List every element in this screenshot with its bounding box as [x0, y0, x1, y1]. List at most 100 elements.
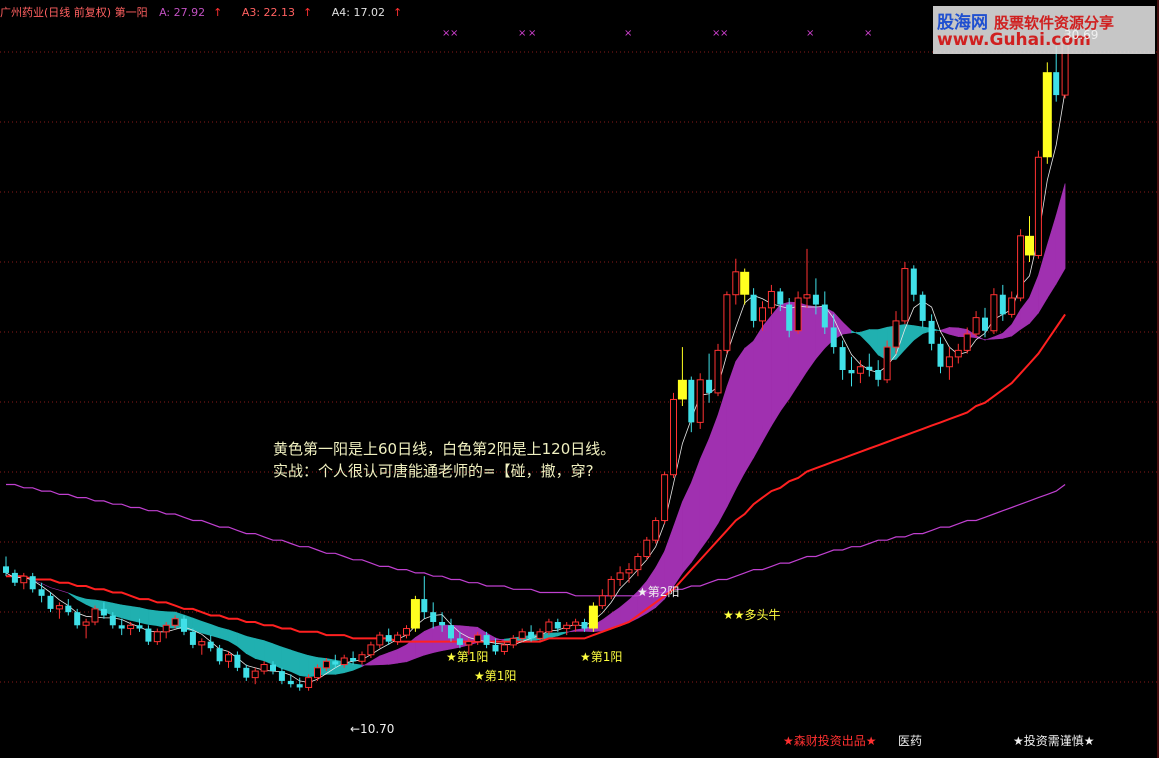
candle-body-down [109, 615, 116, 626]
candle-body-down [181, 618, 187, 632]
candle-body-down [100, 608, 107, 616]
candle-body-down [910, 268, 917, 295]
candle-body-down [287, 680, 294, 685]
candle-body-down [189, 631, 196, 645]
candle-body-up [465, 641, 473, 646]
indicator-a3-value: A3: 22.13 [241, 6, 296, 19]
candle-body-up [251, 670, 259, 679]
ma-ribbon-segment [771, 303, 781, 427]
candle-body-up [945, 356, 953, 368]
candle-body-up [759, 307, 766, 322]
candle-body-up [1008, 297, 1016, 315]
candle-body-up [661, 474, 669, 522]
candle-body-up [652, 520, 660, 541]
candle-body-down [234, 654, 241, 668]
candle-body-down [207, 641, 214, 649]
strategy-annotation: 黄色第一阳是上60日线，白色第2阳是上120日线。 实战：个人很认可唐能通老师的… [273, 438, 615, 482]
candle-body-up [403, 628, 410, 636]
candle-body-down [581, 622, 588, 629]
indicator-a4-value: A4: 17.02 [331, 6, 385, 19]
candle-body-down [47, 595, 54, 609]
first-yang-label: ★第1阳 [580, 650, 623, 664]
candle-body-up [723, 294, 731, 351]
candle-body-down [830, 327, 837, 348]
candle-body-up [714, 349, 722, 394]
bull-label: ★★多头牛 [723, 608, 781, 622]
candle-body-down [216, 648, 223, 662]
indicator-a3: A3: 22.13 ↑ [242, 6, 320, 19]
first-yang-label: ★第1阳 [474, 669, 517, 683]
candlestick-chart: × × × × × × × × × [0, 0, 1159, 758]
candle-body-down [875, 370, 882, 380]
ma-ribbon-segment [148, 609, 158, 627]
ma-ribbon-segment [726, 361, 737, 508]
candle-body-down [866, 366, 873, 370]
candle-body-down [136, 625, 143, 629]
high-price-label: 30.69 [1064, 28, 1099, 42]
candle-body-up [883, 346, 891, 381]
candle-body-up [500, 644, 508, 652]
candle-body-up [670, 398, 677, 476]
candle-body-down [296, 684, 303, 688]
footer-sector: 医药 [898, 734, 923, 748]
top-marker-icon: × [864, 28, 872, 39]
candle-body-up [260, 664, 268, 672]
signal-candle [1025, 235, 1034, 256]
candle-body-up [696, 379, 704, 423]
first-yang-label: ★第1阳 [446, 650, 489, 664]
chart-title: 广州药业(日线 前复权) 第一阳 [0, 6, 148, 19]
candle-body-down [492, 644, 499, 652]
candle-body-down [928, 320, 935, 344]
candle-body-down [786, 304, 793, 331]
candle-body-up [892, 320, 900, 348]
signal-candle [740, 271, 750, 295]
up-arrow-icon: ↑ [213, 6, 223, 19]
ma-ribbon-segment [762, 314, 772, 443]
candle-body-up [545, 621, 553, 633]
candle-body-up [598, 595, 606, 607]
candle-body-up [963, 333, 971, 351]
signal-candle [677, 379, 687, 400]
candle-body-down [750, 294, 757, 321]
candle-body-down [937, 343, 944, 367]
candle-body-down [688, 379, 695, 423]
candle-body-up [153, 631, 161, 643]
candle-body-down [821, 304, 828, 328]
low-price-label: ←10.70 [350, 722, 395, 736]
candle-body-up [794, 297, 802, 332]
candle-body-down [332, 661, 339, 665]
top-marker-icon: × [720, 28, 728, 39]
candle-body-down [74, 612, 81, 626]
annotation-line1: 黄色第一阳是上60日线，白色第2阳是上120日线。 [273, 440, 616, 458]
signal-candle [588, 605, 598, 629]
candle-body-up [198, 641, 206, 646]
candle-body-up [616, 572, 624, 580]
top-marker-icon: × [518, 28, 526, 39]
ma-ribbon-segment [281, 646, 292, 672]
candle-body-up [803, 294, 811, 299]
watermark: 股海网 股票软件资源分享 www.Guhai.com [933, 6, 1155, 54]
candle-body-up [474, 634, 482, 643]
top-marker-icon: × [450, 28, 458, 39]
top-marker-icon: × [528, 28, 536, 39]
candle-body-up [509, 637, 517, 646]
candle-body-down [982, 317, 988, 331]
chart-background [0, 0, 1159, 758]
candle-body-up [314, 667, 321, 679]
candle-body-down [430, 612, 437, 622]
second-yang-label: ★第2阳 [637, 585, 680, 599]
candle-body-up [82, 621, 90, 626]
candle-body-down [350, 658, 357, 662]
candle-body-up [607, 578, 615, 597]
ma-ribbon-segment [699, 438, 710, 551]
candle-body-up [643, 539, 651, 558]
candle-body-up [1017, 235, 1025, 299]
candle-body-up [367, 644, 375, 656]
candle-body-down [777, 291, 784, 305]
candle-body-down [919, 294, 926, 321]
candle-body-up [55, 605, 63, 610]
candle-body-up [901, 268, 909, 322]
candle-body-down [385, 635, 392, 642]
candle-body-down [999, 294, 1006, 315]
ma-ribbon-segment [121, 604, 131, 621]
